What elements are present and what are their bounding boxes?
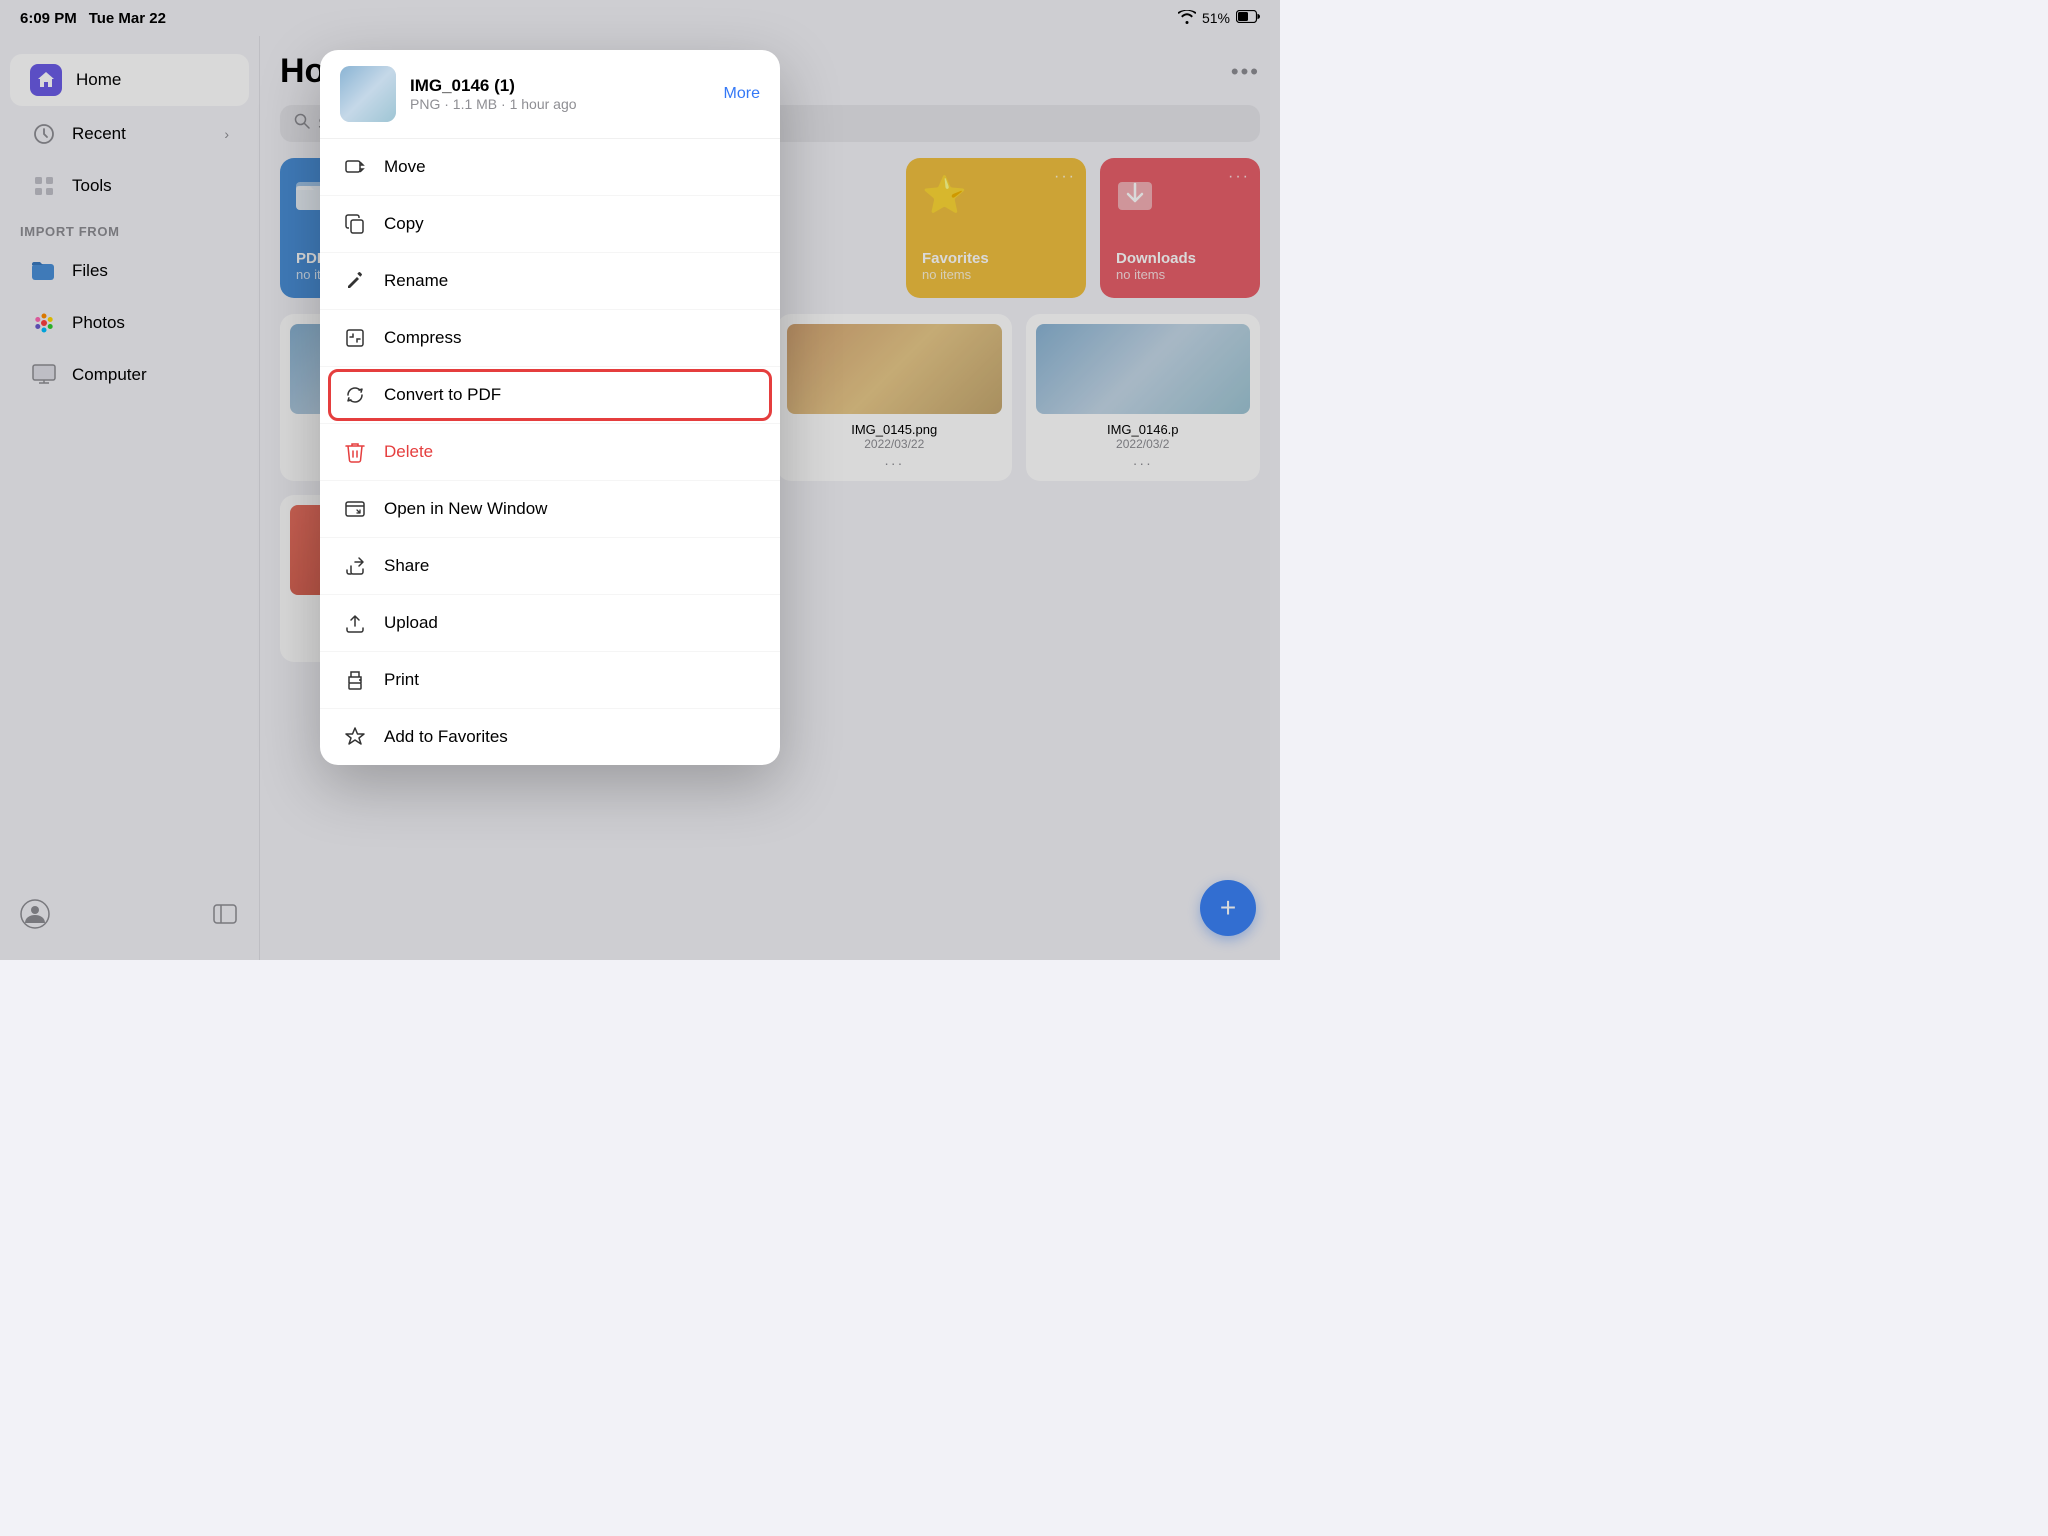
share-icon (342, 553, 368, 579)
context-menu-item-copy[interactable]: Copy (320, 196, 780, 253)
rename-label: Rename (384, 271, 448, 291)
delete-icon (342, 439, 368, 465)
print-label: Print (384, 670, 419, 690)
convert-pdf-icon (342, 382, 368, 408)
open-window-icon (342, 496, 368, 522)
context-menu-item-delete[interactable]: Delete (320, 424, 780, 481)
rename-icon (342, 268, 368, 294)
move-icon (342, 154, 368, 180)
compress-icon (342, 325, 368, 351)
context-menu-item-compress[interactable]: Compress (320, 310, 780, 367)
upload-icon (342, 610, 368, 636)
add-favorites-label: Add to Favorites (384, 727, 508, 747)
context-menu-header: IMG_0146 (1) PNG · 1.1 MB · 1 hour ago M… (320, 50, 780, 139)
context-menu-item-convert-pdf[interactable]: Convert to PDF (320, 367, 780, 424)
context-menu-item-rename[interactable]: Rename (320, 253, 780, 310)
convert-pdf-label: Convert to PDF (384, 385, 501, 405)
context-menu-item-open-window[interactable]: Open in New Window (320, 481, 780, 538)
context-menu-item-share[interactable]: Share (320, 538, 780, 595)
context-file-thumb (340, 66, 396, 122)
context-file-name: IMG_0146 (1) (410, 76, 710, 96)
context-menu-item-move[interactable]: Move (320, 139, 780, 196)
context-file-info: IMG_0146 (1) PNG · 1.1 MB · 1 hour ago (410, 76, 710, 112)
context-menu: IMG_0146 (1) PNG · 1.1 MB · 1 hour ago M… (320, 50, 780, 765)
context-more-button[interactable]: More (724, 85, 760, 103)
context-menu-item-add-favorites[interactable]: Add to Favorites (320, 709, 780, 765)
context-menu-item-upload[interactable]: Upload (320, 595, 780, 652)
move-label: Move (384, 157, 426, 177)
star-icon (342, 724, 368, 750)
copy-label: Copy (384, 214, 424, 234)
open-window-label: Open in New Window (384, 499, 547, 519)
print-icon (342, 667, 368, 693)
copy-icon (342, 211, 368, 237)
share-label: Share (384, 556, 429, 576)
context-file-meta: PNG · 1.1 MB · 1 hour ago (410, 96, 710, 112)
upload-label: Upload (384, 613, 438, 633)
delete-label: Delete (384, 442, 433, 462)
context-menu-item-print[interactable]: Print (320, 652, 780, 709)
compress-label: Compress (384, 328, 461, 348)
